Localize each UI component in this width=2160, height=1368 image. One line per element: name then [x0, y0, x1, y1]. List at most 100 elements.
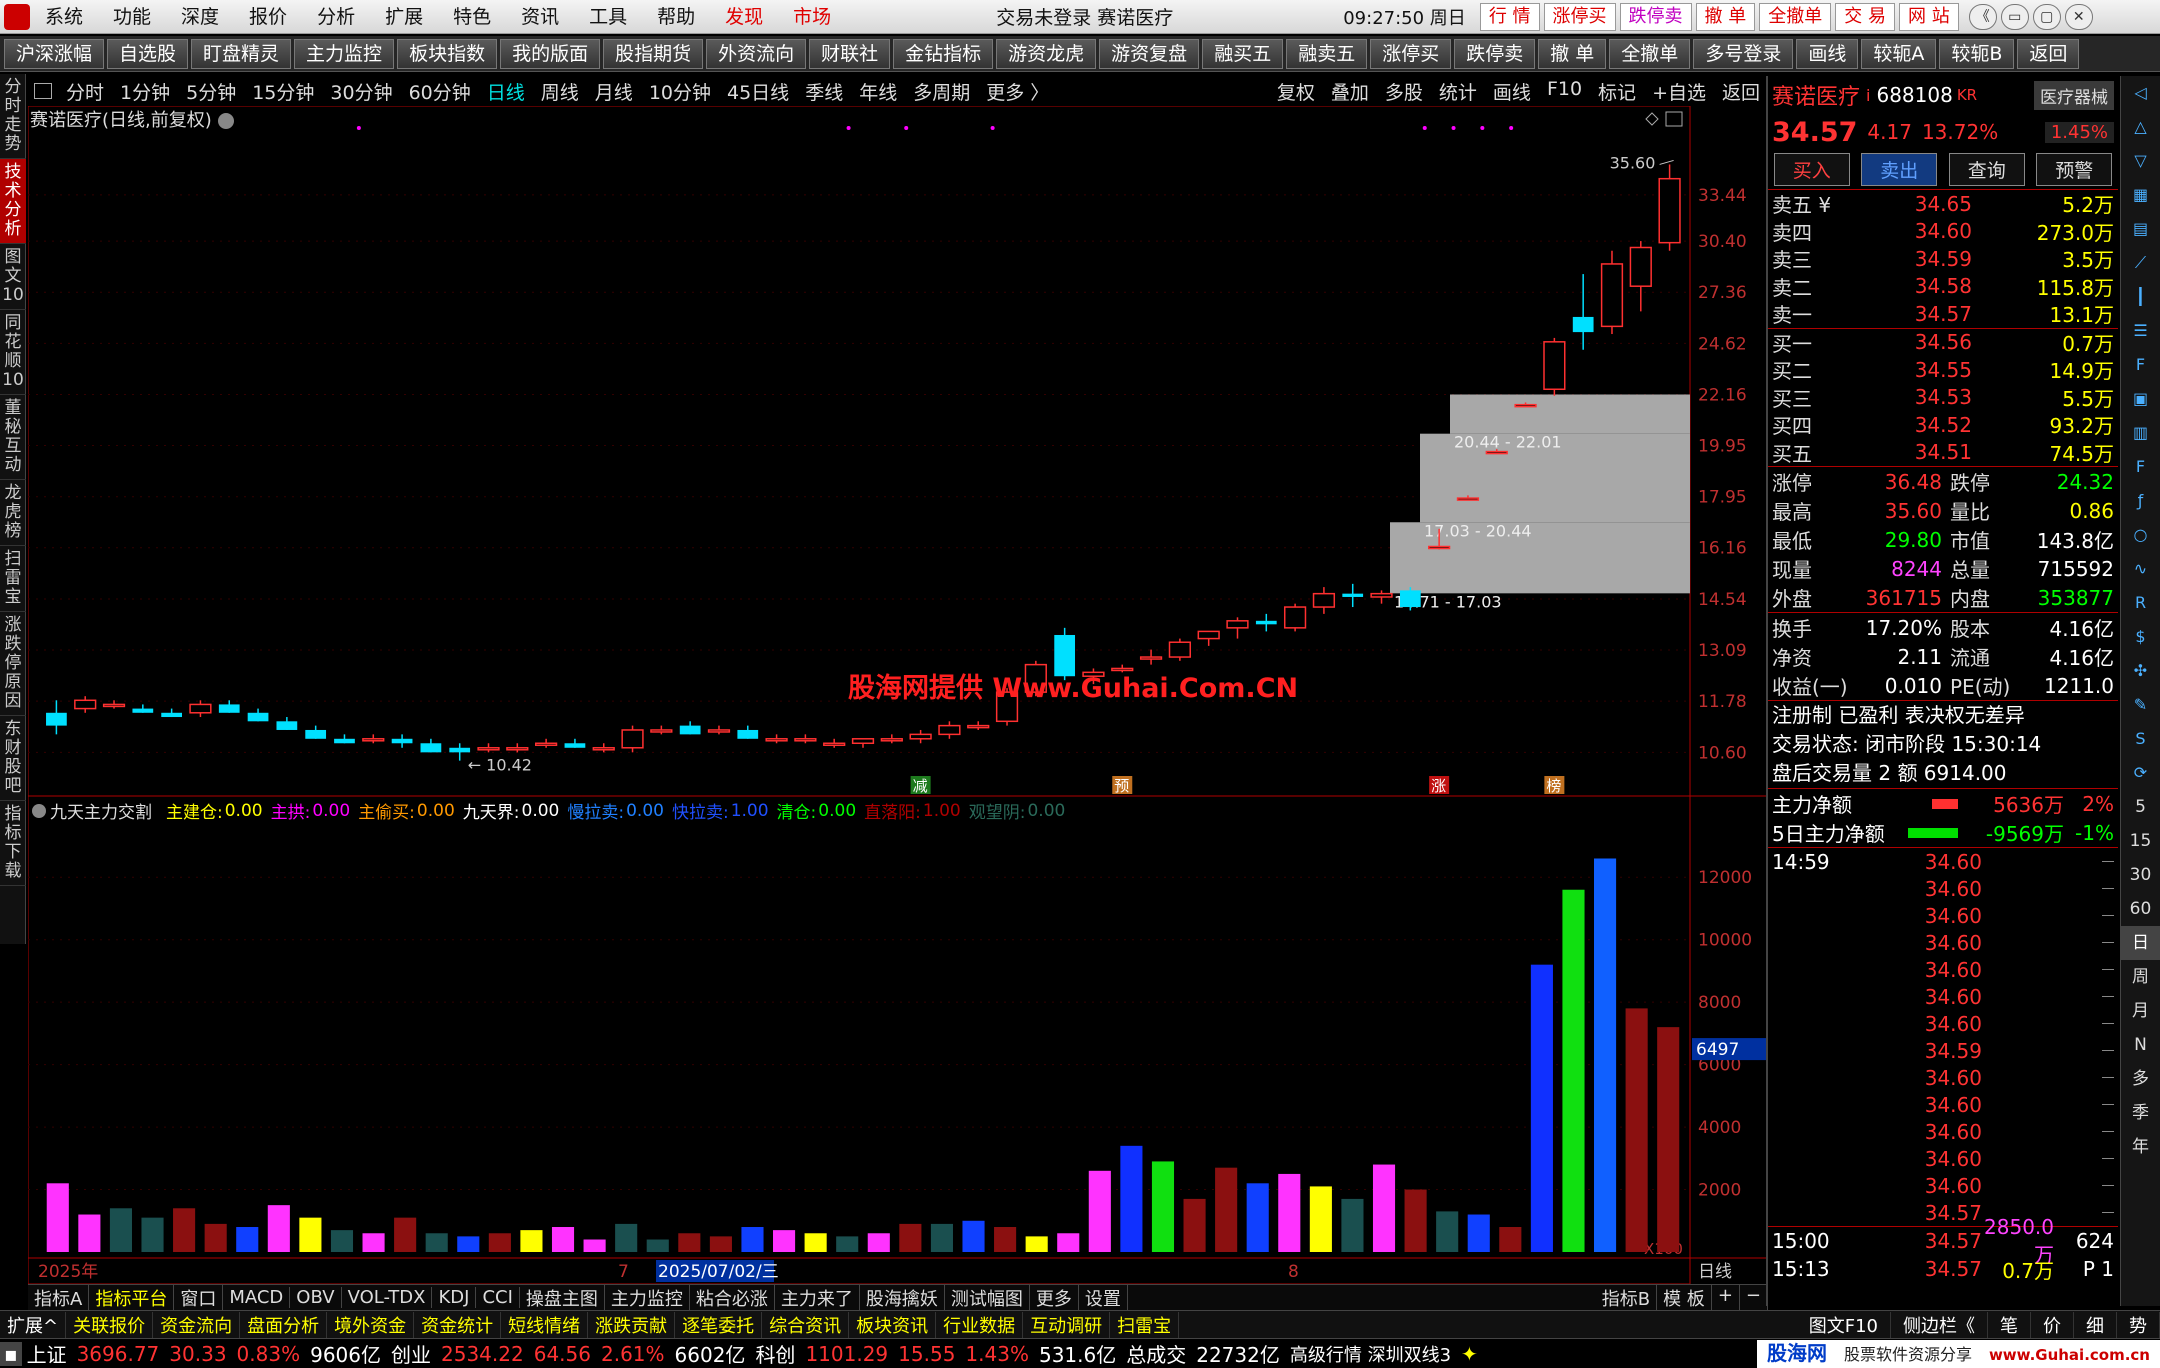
- industry-badge[interactable]: 医疗器械: [2034, 80, 2114, 110]
- function-right-4[interactable]: 细: [2074, 1311, 2117, 1338]
- chart-tool-2[interactable]: 多股: [1377, 78, 1431, 105]
- left-tab-7[interactable]: 涨跌停原因: [0, 612, 26, 716]
- function-11[interactable]: 行业数据: [936, 1311, 1024, 1338]
- quick-button-5[interactable]: 交 易: [1835, 2, 1896, 31]
- fs-icon[interactable]: S: [2121, 722, 2160, 756]
- indicator-tab-14[interactable]: 更多: [1030, 1284, 1079, 1311]
- menu-2[interactable]: 深度: [166, 0, 234, 34]
- function-10[interactable]: 板块资讯: [849, 1311, 937, 1338]
- chart-tool-3[interactable]: 统计: [1431, 78, 1485, 105]
- window-control-2[interactable]: ▢: [2032, 3, 2061, 30]
- function-2[interactable]: 资金流向: [153, 1311, 241, 1338]
- strip-period-1[interactable]: 15: [2121, 824, 2160, 858]
- arrow-left-icon[interactable]: ◁: [2121, 76, 2160, 110]
- toolbar-button-1[interactable]: 自选股: [107, 38, 189, 69]
- menu-0[interactable]: 系统: [30, 0, 98, 34]
- book-icon[interactable]: ▥: [2121, 416, 2160, 450]
- toolbar-button-22[interactable]: 返回: [2017, 38, 2080, 69]
- indicator-tab-0[interactable]: 指标A: [28, 1284, 90, 1311]
- function-right-1[interactable]: 侧边栏《: [1891, 1311, 1988, 1338]
- trade-button-0[interactable]: 买入: [1773, 153, 1850, 186]
- strip-period-8[interactable]: 多: [2121, 1062, 2160, 1096]
- period-14[interactable]: 更多 〉: [978, 78, 1057, 105]
- menu-5[interactable]: 扩展: [370, 0, 438, 34]
- function-13[interactable]: 扫雷宝: [1110, 1311, 1180, 1338]
- indicator-tab-4[interactable]: OBV: [290, 1287, 342, 1308]
- chart-tool-1[interactable]: 叠加: [1323, 78, 1377, 105]
- arrow-down-icon[interactable]: ▽: [2121, 144, 2160, 178]
- toolbar-button-15[interactable]: 跌停卖: [1454, 38, 1536, 69]
- strip-period-5[interactable]: 周: [2121, 960, 2160, 994]
- chevron-down-icon[interactable]: [217, 113, 234, 129]
- indicator-tab-5[interactable]: VOL-TDX: [342, 1287, 433, 1308]
- window-control-1[interactable]: ▭: [2000, 3, 2029, 30]
- quick-button-2[interactable]: 跌停卖: [1619, 2, 1692, 31]
- window-control-3[interactable]: ✕: [2064, 3, 2093, 30]
- trade-button-1[interactable]: 卖出: [1861, 153, 1938, 186]
- toolbar-button-5[interactable]: 我的版面: [500, 38, 601, 69]
- toolbar-button-19[interactable]: 画线: [1796, 38, 1859, 69]
- toolbar-button-13[interactable]: 融卖五: [1286, 38, 1368, 69]
- period-10[interactable]: 45日线: [719, 78, 797, 105]
- chart-tool-4[interactable]: 画线: [1485, 78, 1539, 105]
- connection-mode[interactable]: 高级行情 深圳双线3: [1285, 1341, 1456, 1367]
- toolbar-button-14[interactable]: 涨停买: [1370, 38, 1452, 69]
- chart-tool-8[interactable]: 返回: [1714, 78, 1768, 105]
- news-icon[interactable]: ▣: [2121, 382, 2160, 416]
- f2-icon[interactable]: F: [2121, 450, 2160, 484]
- left-tab-0[interactable]: 分时走势: [0, 74, 26, 159]
- period-2[interactable]: 5分钟: [178, 78, 244, 105]
- left-tab-1[interactable]: 技术分析: [0, 159, 26, 244]
- toolbar-button-2[interactable]: 盯盘精灵: [191, 38, 292, 69]
- left-tab-6[interactable]: 扫雷宝: [0, 546, 26, 612]
- function-right-0[interactable]: 图文F10: [1797, 1311, 1891, 1338]
- chart-tool-5[interactable]: F10: [1539, 78, 1590, 105]
- toolbar-button-16[interactable]: 撤 单: [1538, 38, 1607, 69]
- function-right-5[interactable]: 势: [2117, 1311, 2160, 1338]
- menu-3[interactable]: 报价: [234, 0, 302, 34]
- strip-period-0[interactable]: 5: [2121, 790, 2160, 824]
- left-tab-2[interactable]: 图文10: [0, 244, 26, 310]
- function-3[interactable]: 盘面分析: [240, 1311, 328, 1338]
- chart-tool-7[interactable]: +自选: [1644, 78, 1714, 105]
- toolbar-button-12[interactable]: 融买五: [1202, 38, 1284, 69]
- toolbar-button-3[interactable]: 主力监控: [294, 38, 395, 69]
- strip-period-4[interactable]: 日: [2121, 926, 2160, 960]
- cy-label[interactable]: 创业: [386, 1339, 436, 1368]
- indicator-tab-7[interactable]: CCI: [476, 1287, 520, 1308]
- toolbar-button-11[interactable]: 游资复盘: [1099, 38, 1200, 69]
- indicator-tab-10[interactable]: 粘合必涨: [690, 1284, 775, 1311]
- strip-period-10[interactable]: 年: [2121, 1130, 2160, 1164]
- toolbar-button-6[interactable]: 股指期货: [603, 38, 704, 69]
- toolbar-button-20[interactable]: 较轭A: [1861, 38, 1937, 69]
- toolbar-button-4[interactable]: 板块指数: [397, 38, 498, 69]
- diamond-icon[interactable]: [1645, 112, 1659, 126]
- toolbar-button-9[interactable]: 金钻指标: [893, 38, 994, 69]
- indicator-tab-8[interactable]: 操盘主图: [520, 1284, 605, 1311]
- function-4[interactable]: 境外资金: [327, 1311, 415, 1338]
- circle-icon[interactable]: ○: [2121, 518, 2160, 552]
- quick-button-1[interactable]: 涨停买: [1543, 2, 1616, 31]
- function-6[interactable]: 短线情绪: [501, 1311, 589, 1338]
- function-7[interactable]: 涨跌贡献: [588, 1311, 676, 1338]
- rsi-icon[interactable]: R: [2121, 586, 2160, 620]
- chart-tool-0[interactable]: 复权: [1269, 78, 1323, 105]
- grid-icon[interactable]: ▦: [2121, 178, 2160, 212]
- period-9[interactable]: 10分钟: [641, 78, 719, 105]
- period-3[interactable]: 15分钟: [244, 78, 322, 105]
- left-tab-3[interactable]: 同花顺10: [0, 310, 26, 395]
- toolbar-button-0[interactable]: 沪深涨幅: [4, 38, 105, 69]
- quick-button-0[interactable]: 行 情: [1479, 2, 1540, 31]
- table-icon[interactable]: ▤: [2121, 212, 2160, 246]
- refresh-icon[interactable]: ⟳: [2121, 756, 2160, 790]
- period-13[interactable]: 多周期: [905, 78, 978, 105]
- money-icon[interactable]: $: [2121, 620, 2160, 654]
- kc-label[interactable]: 科创: [750, 1339, 800, 1368]
- menu-8[interactable]: 工具: [574, 0, 642, 34]
- indicator-tab-right-1[interactable]: 模 板: [1657, 1284, 1712, 1311]
- strip-period-2[interactable]: 30: [2121, 858, 2160, 892]
- function-12[interactable]: 互动调研: [1023, 1311, 1111, 1338]
- window-control-0[interactable]: 《: [1968, 3, 1997, 30]
- trade-button-2[interactable]: 查询: [1948, 153, 2025, 186]
- menu-7[interactable]: 资讯: [506, 0, 574, 34]
